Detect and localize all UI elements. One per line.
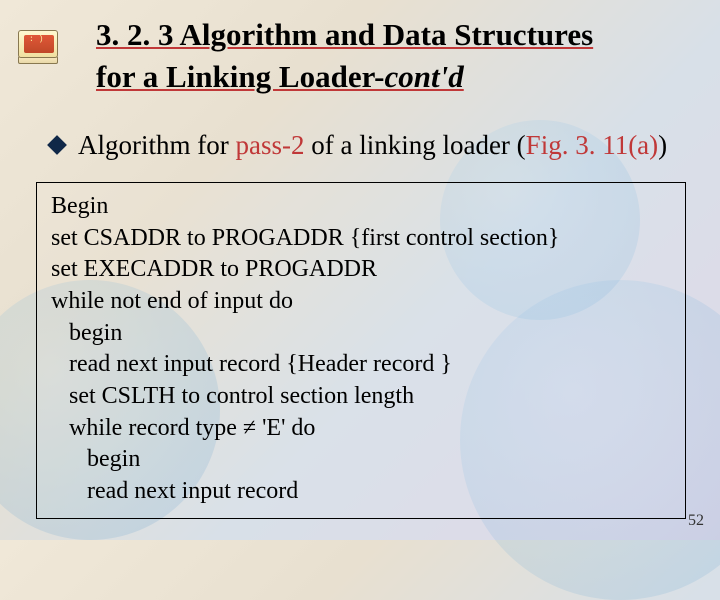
bullet-mid: of a linking loader ( bbox=[304, 130, 525, 160]
bullet-marker-icon bbox=[47, 135, 67, 155]
bullet-text: Algorithm for pass-2 of a linking loader… bbox=[78, 128, 667, 163]
page-number: 52 bbox=[688, 512, 704, 530]
bullet-before: Algorithm for bbox=[78, 130, 235, 160]
bullet-item: Algorithm for pass-2 of a linking loader… bbox=[50, 128, 690, 163]
bullet-red1: pass-2 bbox=[235, 130, 304, 160]
bullet-red2: Fig. 3. 11(a) bbox=[526, 130, 658, 160]
slide-title: 3. 2. 3 Algorithm and Data Structures fo… bbox=[96, 14, 656, 98]
title-contd: cont'd bbox=[385, 59, 464, 94]
title-line1: 3. 2. 3 Algorithm and Data Structures bbox=[96, 17, 593, 52]
algorithm-code-box: Begin set CSADDR to PROGADDR {first cont… bbox=[36, 182, 686, 519]
bullet-after: ) bbox=[658, 130, 667, 160]
computer-icon: : ) bbox=[18, 30, 58, 64]
title-line2-prefix: for a Linking Loader- bbox=[96, 59, 385, 94]
